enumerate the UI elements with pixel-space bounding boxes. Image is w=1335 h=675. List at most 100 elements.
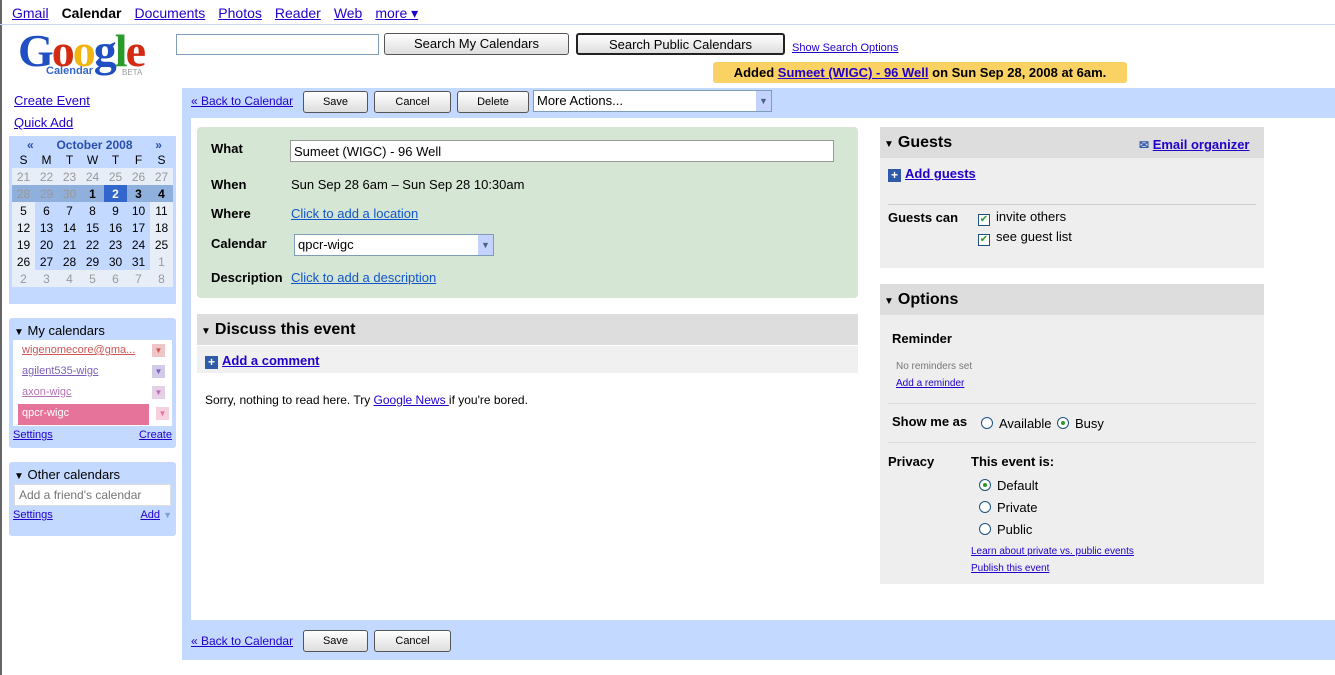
other-calendars-settings-link[interactable]: Settings bbox=[13, 509, 53, 521]
calendar-options-dropdown-icon[interactable]: ▼ bbox=[152, 365, 165, 378]
day-cell[interactable]: 23 bbox=[104, 236, 127, 253]
email-organizer-button[interactable]: ✉ Email organizer bbox=[1139, 137, 1250, 152]
day-cell[interactable]: 27 bbox=[35, 253, 58, 270]
day-cell[interactable]: 18 bbox=[150, 219, 173, 236]
day-cell[interactable]: 25 bbox=[104, 168, 127, 185]
day-cell[interactable]: 21 bbox=[58, 236, 81, 253]
day-cell[interactable]: 7 bbox=[127, 270, 150, 287]
show-search-options-link[interactable]: Show Search Options bbox=[792, 42, 898, 54]
day-cell[interactable]: 15 bbox=[81, 219, 104, 236]
cancel-button-bottom[interactable]: Cancel bbox=[374, 630, 451, 652]
day-cell[interactable]: 19 bbox=[12, 236, 35, 253]
day-cell[interactable]: 14 bbox=[58, 219, 81, 236]
discuss-header[interactable]: ▼ Discuss this event bbox=[197, 314, 858, 345]
day-cell[interactable]: 12 bbox=[12, 219, 35, 236]
save-button-bottom[interactable]: Save bbox=[303, 630, 368, 652]
event-when[interactable]: Sun Sep 28 6am – Sun Sep 28 10:30am bbox=[291, 177, 524, 192]
nav-gmail[interactable]: Gmail bbox=[12, 5, 49, 22]
default-radio[interactable]: Default bbox=[979, 478, 1038, 493]
email-organizer-link[interactable]: Email organizer bbox=[1153, 137, 1250, 152]
public-radio[interactable]: Public bbox=[979, 522, 1032, 537]
day-cell[interactable]: 26 bbox=[127, 168, 150, 185]
nav-more[interactable]: more ▾ bbox=[375, 5, 418, 22]
day-cell[interactable]: 30 bbox=[104, 253, 127, 270]
day-cell[interactable]: 24 bbox=[127, 236, 150, 253]
private-radio[interactable]: Private bbox=[979, 500, 1037, 515]
calendar-name[interactable]: qpcr-wigc bbox=[22, 407, 69, 419]
publish-event-link[interactable]: Publish this event bbox=[971, 563, 1049, 574]
search-input[interactable] bbox=[176, 34, 379, 55]
available-radio[interactable]: Available bbox=[981, 416, 1052, 431]
day-cell[interactable]: 4 bbox=[58, 270, 81, 287]
prev-month-button[interactable]: « bbox=[27, 138, 34, 152]
nav-photos[interactable]: Photos bbox=[218, 5, 262, 22]
day-cell[interactable]: 3 bbox=[35, 270, 58, 287]
add-comment-button[interactable]: + Add a comment bbox=[205, 353, 320, 369]
nav-web[interactable]: Web bbox=[334, 5, 363, 22]
create-event-link[interactable]: Create Event bbox=[14, 93, 90, 108]
day-cell[interactable]: 10 bbox=[127, 202, 150, 219]
day-cell[interactable]: 21 bbox=[12, 168, 35, 185]
day-cell[interactable]: 4 bbox=[150, 185, 173, 202]
delete-button[interactable]: Delete bbox=[457, 91, 529, 113]
calendar-options-dropdown-icon[interactable]: ▼ bbox=[152, 344, 165, 357]
calendar-options-dropdown-icon[interactable]: ▼ bbox=[156, 407, 169, 420]
invite-others-checkbox[interactable]: ✔ invite others bbox=[978, 209, 1066, 226]
day-cell[interactable]: 22 bbox=[81, 236, 104, 253]
day-cell[interactable]: 26 bbox=[12, 253, 35, 270]
day-cell[interactable]: 2 bbox=[104, 185, 127, 202]
other-calendars-header[interactable]: ▼ Other calendars bbox=[9, 462, 176, 484]
day-cell[interactable]: 9 bbox=[104, 202, 127, 219]
day-cell[interactable]: 28 bbox=[58, 253, 81, 270]
day-cell[interactable]: 25 bbox=[150, 236, 173, 253]
day-cell[interactable]: 20 bbox=[35, 236, 58, 253]
learn-privacy-link[interactable]: Learn about private vs. public events bbox=[971, 546, 1134, 557]
add-reminder-link[interactable]: Add a reminder bbox=[896, 378, 964, 389]
day-cell[interactable]: 29 bbox=[35, 185, 58, 202]
calendar-list-item[interactable]: agilent535-wigc ▼ bbox=[18, 362, 168, 383]
save-button[interactable]: Save bbox=[303, 91, 368, 113]
more-actions-select[interactable]: More Actions... ▼ bbox=[533, 90, 772, 112]
day-cell[interactable]: 3 bbox=[127, 185, 150, 202]
day-cell[interactable]: 2 bbox=[12, 270, 35, 287]
add-guests-link[interactable]: Add guests bbox=[905, 166, 976, 181]
day-cell[interactable]: 5 bbox=[81, 270, 104, 287]
options-header[interactable]: ▼ Options bbox=[880, 284, 1264, 315]
add-description-link[interactable]: Click to add a description bbox=[291, 270, 436, 285]
day-cell[interactable]: 30 bbox=[58, 185, 81, 202]
calendar-name[interactable]: wigenomecore@gma... bbox=[22, 344, 135, 356]
cancel-button[interactable]: Cancel bbox=[374, 91, 451, 113]
google-news-link[interactable]: Google News bbox=[374, 393, 449, 407]
day-cell[interactable]: 6 bbox=[104, 270, 127, 287]
day-cell[interactable]: 8 bbox=[81, 202, 104, 219]
day-cell[interactable]: 24 bbox=[81, 168, 104, 185]
back-to-calendar-link[interactable]: « Back to Calendar bbox=[191, 94, 293, 108]
see-guest-list-checkbox[interactable]: ✔ see guest list bbox=[978, 229, 1072, 246]
day-cell[interactable]: 1 bbox=[81, 185, 104, 202]
calendar-options-dropdown-icon[interactable]: ▼ bbox=[152, 386, 165, 399]
add-comment-link[interactable]: Add a comment bbox=[222, 353, 320, 368]
day-cell[interactable]: 23 bbox=[58, 168, 81, 185]
back-to-calendar-link-bottom[interactable]: « Back to Calendar bbox=[191, 634, 293, 648]
day-cell[interactable]: 22 bbox=[35, 168, 58, 185]
search-my-calendars-button[interactable]: Search My Calendars bbox=[384, 33, 569, 55]
create-calendar-link[interactable]: Create bbox=[139, 429, 172, 441]
day-cell[interactable]: 7 bbox=[58, 202, 81, 219]
calendar-list-item[interactable]: wigenomecore@gma... ▼ bbox=[18, 341, 168, 362]
add-guests-button[interactable]: + Add guests bbox=[888, 166, 976, 182]
calendar-name[interactable]: axon-wigc bbox=[22, 386, 72, 398]
day-cell[interactable]: 16 bbox=[104, 219, 127, 236]
nav-reader[interactable]: Reader bbox=[275, 5, 321, 22]
add-location-link[interactable]: Click to add a location bbox=[291, 206, 418, 221]
google-calendar-logo[interactable]: Google Calendar BETA bbox=[18, 28, 158, 78]
day-cell[interactable]: 27 bbox=[150, 168, 173, 185]
day-cell[interactable]: 28 bbox=[12, 185, 35, 202]
calendar-select[interactable]: qpcr-wigc ▼ bbox=[294, 234, 494, 256]
day-cell[interactable]: 13 bbox=[35, 219, 58, 236]
my-calendars-header[interactable]: ▼ My calendars bbox=[9, 318, 176, 340]
chevron-down-icon[interactable]: ▼ bbox=[163, 510, 172, 520]
quick-add-link[interactable]: Quick Add bbox=[14, 115, 73, 130]
add-calendar-link[interactable]: Add bbox=[140, 509, 160, 521]
day-cell[interactable]: 29 bbox=[81, 253, 104, 270]
calendar-name[interactable]: agilent535-wigc bbox=[22, 365, 98, 377]
